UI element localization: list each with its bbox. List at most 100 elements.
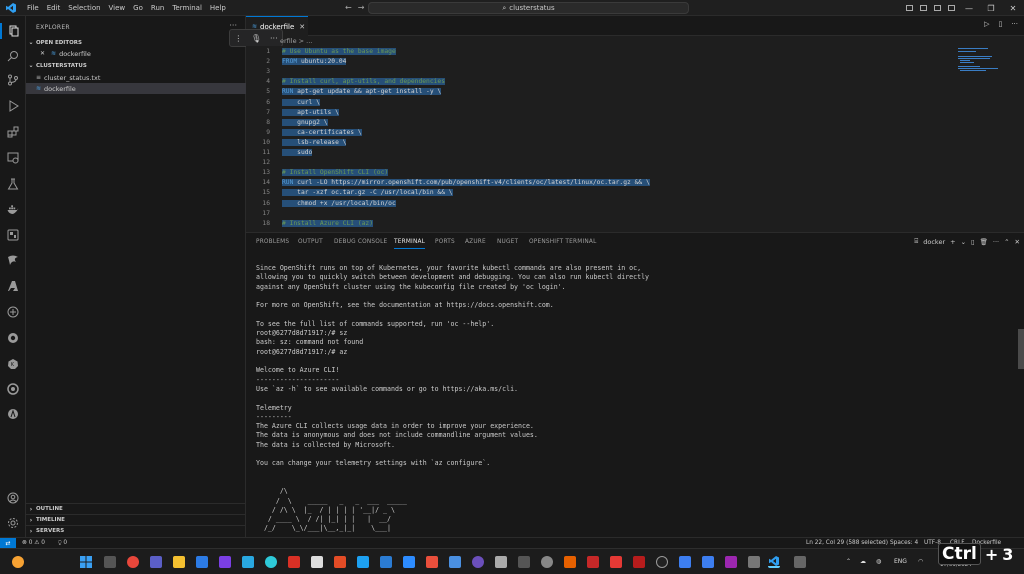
- menu-view[interactable]: View: [105, 4, 130, 12]
- ansible-icon[interactable]: [5, 406, 21, 422]
- code-line[interactable]: curl \: [282, 98, 320, 106]
- app-icon-19[interactable]: [518, 556, 530, 568]
- filezilla-icon[interactable]: [564, 556, 576, 568]
- menu-file[interactable]: File: [23, 4, 43, 12]
- code-line[interactable]: tar -xzf oc.tar.gz -C /usr/local/bin && …: [282, 189, 453, 197]
- more-actions-icon[interactable]: ···: [993, 238, 999, 246]
- indentation-status[interactable]: Spaces: 4: [890, 540, 918, 546]
- wifi-icon[interactable]: ◠: [918, 558, 923, 565]
- extensions-icon[interactable]: [5, 124, 21, 140]
- app-icon-25[interactable]: [656, 556, 668, 568]
- code-line[interactable]: FROM ubuntu:20.04: [282, 58, 347, 66]
- app-icon-12[interactable]: [357, 556, 369, 568]
- language-indicator[interactable]: ENG: [894, 558, 907, 565]
- app-icon-16[interactable]: [449, 556, 461, 568]
- chevron-up-icon[interactable]: ⌃: [1004, 238, 1009, 246]
- minimize-button[interactable]: —: [958, 0, 980, 16]
- code-line[interactable]: # Use Ubuntu as the base image: [282, 48, 396, 55]
- app-icon-20[interactable]: [541, 556, 553, 568]
- task-view-icon[interactable]: [104, 556, 116, 568]
- app-icon-7[interactable]: [242, 556, 254, 568]
- app-icon-15[interactable]: [426, 556, 438, 568]
- app-icon-29[interactable]: [748, 556, 760, 568]
- code-line[interactable]: gnupg2 \: [282, 118, 328, 126]
- open-editors-section[interactable]: ⌄ OPEN EDITORS: [26, 37, 246, 48]
- outline-section[interactable]: › OUTLINE: [26, 503, 246, 514]
- split-editor-icon[interactable]: ▯: [998, 20, 1002, 28]
- app-icon-11[interactable]: [334, 556, 346, 568]
- azure-icon[interactable]: [5, 278, 21, 294]
- file-item-cluster-status[interactable]: ≡ cluster_status.txt: [26, 72, 246, 83]
- tray-icon-2[interactable]: ◍: [876, 558, 881, 565]
- toggle-panel-icon[interactable]: [916, 0, 930, 16]
- accounts-icon[interactable]: [5, 490, 21, 506]
- menu-run[interactable]: Run: [147, 4, 168, 12]
- file-explorer-icon[interactable]: [173, 556, 185, 568]
- kubernetes-extension-icon[interactable]: [5, 252, 21, 268]
- forward-arrow-icon[interactable]: →: [358, 3, 365, 12]
- app-icon-13[interactable]: [380, 556, 392, 568]
- timeline-section[interactable]: › TIMELINE: [26, 514, 246, 525]
- pdf-reader-icon[interactable]: [288, 556, 300, 568]
- app-icon-17[interactable]: [472, 556, 484, 568]
- app-icon-24[interactable]: [633, 556, 645, 568]
- code-line[interactable]: # Install Azure CLI (az): [282, 219, 373, 227]
- chevron-down-icon[interactable]: ⌄: [961, 238, 966, 246]
- code-line[interactable]: lsb-release \: [282, 138, 347, 146]
- tab-azure[interactable]: AZURE: [465, 239, 486, 245]
- tab-output[interactable]: OUTPUT: [298, 239, 323, 245]
- notepad-icon[interactable]: [311, 556, 323, 568]
- explorer-icon[interactable]: [0, 23, 26, 39]
- app-icon-26[interactable]: [679, 556, 691, 568]
- edge-icon[interactable]: [265, 556, 277, 568]
- maximize-button[interactable]: ❐: [980, 0, 1002, 16]
- tab-ports[interactable]: PORTS: [435, 239, 455, 245]
- code-editor[interactable]: 1 # Use Ubuntu as the base image 2 FROM ubu…: [246, 46, 1024, 232]
- close-icon[interactable]: ✕: [40, 50, 45, 57]
- tab-openshift-terminal[interactable]: OPENSHIFT TERMINAL: [529, 239, 597, 245]
- menu-edit[interactable]: Edit: [43, 4, 65, 12]
- run-debug-icon[interactable]: [5, 98, 21, 114]
- docker-icon[interactable]: [5, 202, 21, 218]
- app-icon-22[interactable]: [587, 556, 599, 568]
- errors-status[interactable]: ⊗ 0 ⚠ 0: [22, 540, 45, 546]
- run-icon[interactable]: ▷: [984, 20, 989, 28]
- code-line[interactable]: RUN curl -LO https://mirror.openshift.co…: [282, 179, 650, 187]
- menu-go[interactable]: Go: [129, 4, 147, 12]
- manage-gear-icon[interactable]: [5, 515, 21, 531]
- notification-app-icon[interactable]: [12, 556, 24, 568]
- search-view-icon[interactable]: [5, 48, 21, 64]
- vscode-taskbar-icon[interactable]: [768, 556, 780, 568]
- app-icon-5[interactable]: [196, 556, 208, 568]
- command-center-search[interactable]: ⌕ clusterstatus: [368, 2, 689, 14]
- more-icon[interactable]: ···: [270, 34, 278, 43]
- tray-chevron-icon[interactable]: ⌃: [846, 558, 851, 565]
- microphone-icon[interactable]: 🎙: [251, 34, 261, 43]
- file-item-dockerfile[interactable]: ≋ dockerfile: [26, 83, 246, 94]
- testing-icon[interactable]: [5, 176, 21, 192]
- new-terminal-icon[interactable]: +: [950, 238, 955, 246]
- teams-icon[interactable]: [150, 556, 162, 568]
- code-line[interactable]: # Install OpenShift CLI (oc): [282, 169, 389, 177]
- breadcrumb[interactable]: erfile > ...: [280, 37, 312, 45]
- servers-section[interactable]: › SERVERS: [26, 525, 246, 536]
- tab-nuget[interactable]: NUGET: [497, 239, 518, 245]
- terminal-name[interactable]: docker: [923, 238, 945, 246]
- app-icon-18[interactable]: [495, 556, 507, 568]
- cloud-code-icon[interactable]: [5, 381, 21, 397]
- helm-extension-icon[interactable]: [5, 304, 21, 320]
- openshift-icon[interactable]: [5, 330, 21, 346]
- app-icon-6[interactable]: [219, 556, 231, 568]
- remote-explorer-icon[interactable]: [5, 150, 21, 166]
- close-tab-icon[interactable]: ✕: [299, 23, 305, 31]
- menu-terminal[interactable]: Terminal: [168, 4, 206, 12]
- code-line[interactable]: # Install curl, apt-utils, and dependenc…: [282, 78, 446, 86]
- app-icon-28[interactable]: [725, 556, 737, 568]
- code-line[interactable]: sudo: [282, 149, 313, 156]
- azure-resources-icon[interactable]: [5, 227, 21, 243]
- menu-selection[interactable]: Selection: [64, 4, 104, 12]
- split-terminal-icon[interactable]: ▯: [971, 238, 975, 246]
- folder-section[interactable]: ⌄ CLUSTERSTATUS: [26, 60, 246, 71]
- toggle-primary-sidebar-icon[interactable]: [902, 0, 916, 16]
- close-panel-icon[interactable]: ✕: [1015, 238, 1020, 246]
